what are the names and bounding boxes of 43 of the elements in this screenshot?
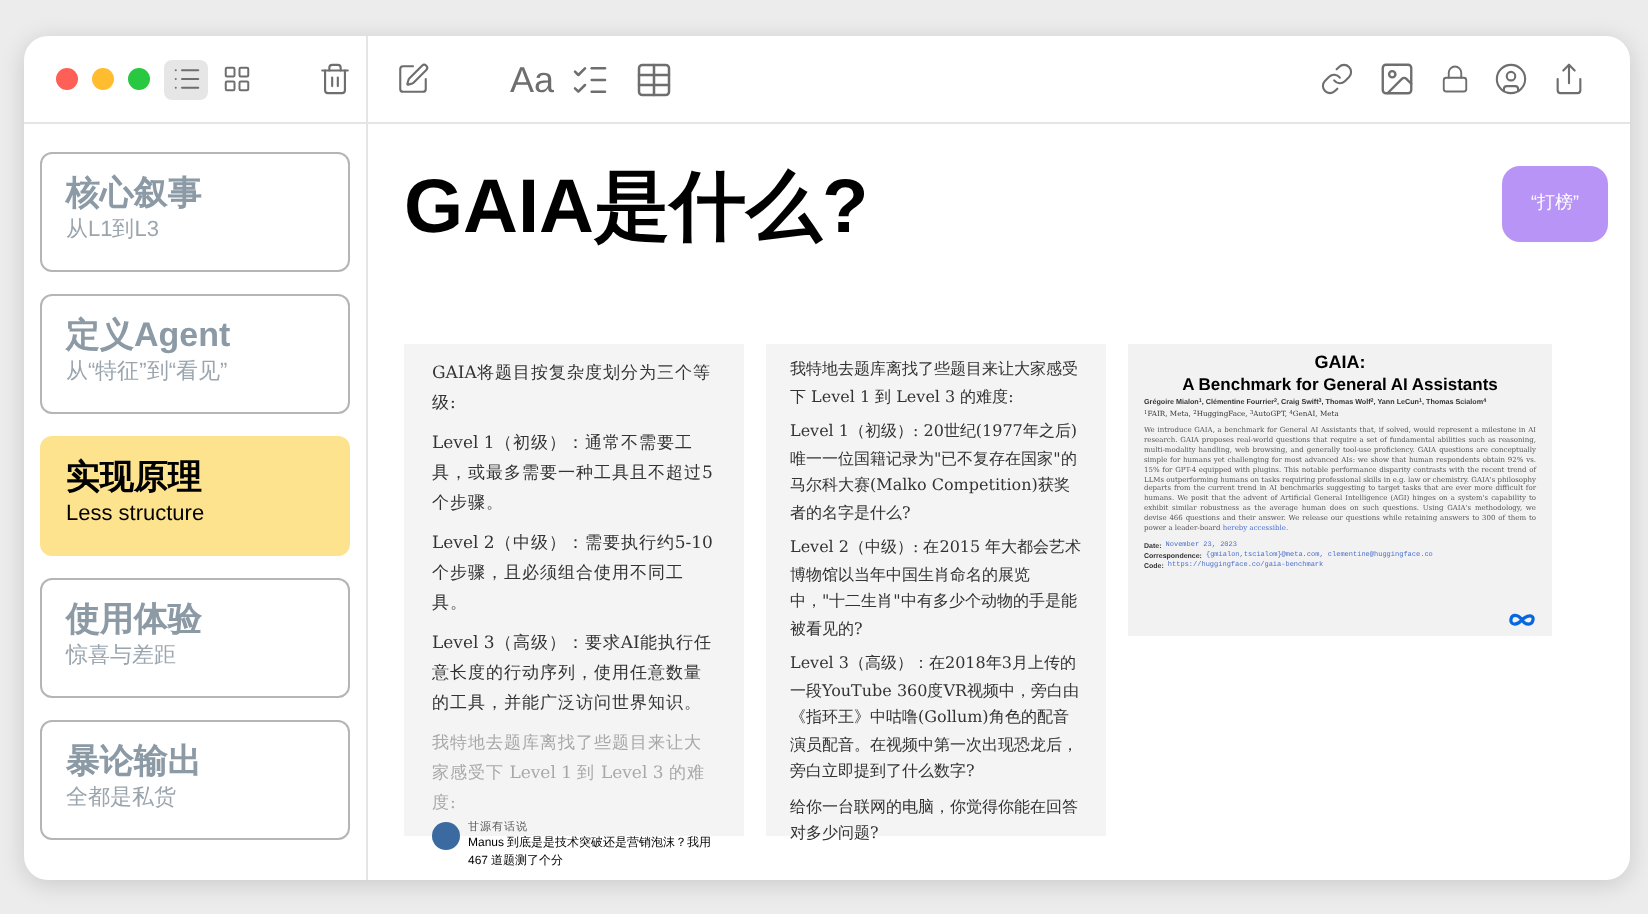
article-paragraph: 我特地去题库离找了些题目来让大家感受下 Level 1 到 Level 3 的难度:: [790, 358, 1080, 409]
share-icon[interactable]: [1552, 62, 1586, 96]
article-paragraph: GAIA将题目按复杂度划分为三个等级:: [432, 361, 713, 418]
trash-icon[interactable]: [318, 62, 352, 96]
sidebar-item[interactable]: 暴论输出 全都是私货: [40, 720, 350, 840]
compose-icon[interactable]: [396, 62, 430, 96]
sidebar-item-subtitle: Less structure: [66, 500, 207, 528]
lock-icon[interactable]: [1440, 64, 1470, 94]
slide-title: GAIA是什么?: [404, 164, 869, 254]
paper-title: GAIA:: [1312, 352, 1368, 374]
article-paragraph: Level 1（初级）：通常不需要工具，或最多需要一种工具且不超过5个步骤。: [432, 432, 715, 518]
sidebar-item-subtitle: 全都是私货: [66, 784, 178, 812]
article-paragraph: 给你一台联网的电脑，你觉得你能在回答对多少问题?: [790, 795, 1080, 846]
article-paragraph: Level 3（高级）：在2018年3月上传的一段YouTube 360度VR视频中，旁白由《指环王》中咕噜(Gollum)角色的配音演员配音。在视频中第一次出现恐龙后，旁白立即提到了什么数字?: [790, 652, 1082, 784]
article-paragraph: Level 2（中级）：需要执行约5-10个步骤，且必须组合使用不同工具。: [432, 532, 715, 618]
sidebar-item-title: 暴论输出: [66, 740, 204, 784]
sidebar-item[interactable]: 核心叙事 从L1到L3: [40, 152, 350, 272]
tag-button[interactable]: “打榜”: [1502, 166, 1608, 242]
sidebar-item[interactable]: 定义Agent 从“特征”到“看见”: [40, 294, 350, 414]
format-button[interactable]: Aa: [510, 61, 555, 97]
person-icon[interactable]: [1494, 62, 1528, 96]
sidebar-item[interactable]: 使用体验 惊喜与差距: [40, 578, 350, 698]
sidebar-item-subtitle: 惊喜与差距: [66, 642, 178, 670]
paper-subtitle: A Benchmark for General AI Assistants: [1180, 374, 1500, 396]
sidebar-item-title: 使用体验: [66, 598, 204, 642]
avatar-icon: [432, 822, 460, 850]
sidebar-item-title: 核心叙事: [66, 172, 204, 216]
article-paragraph: 我特地去题库离找了些题目来让大家感受下 Level 1 到 Level 3 的难度:: [432, 731, 707, 818]
sidebar-item-subtitle: 从L1到L3: [66, 216, 161, 244]
grid-icon: [221, 64, 251, 94]
image-icon[interactable]: [1378, 60, 1416, 98]
sidebar-item-subtitle: 从“特征”到“看见”: [66, 358, 230, 386]
article-paragraph: Level 3（高级）：要求AI能执行任意长度的行动序列，使用任意数量的工具，并能广泛访问世界知识。: [432, 631, 714, 718]
sidebar-item-title: 实现原理: [66, 456, 204, 500]
close-button[interactable]: [56, 68, 78, 90]
article-paragraph: Level 1（初级）: 20世纪(1977年之后)唯一一位国籍记录为"已不复存在国家"的马尔科大赛(Malko Competition)获奖者的名字是什么?: [790, 420, 1080, 525]
sidebar-item-title: 定义Agent: [66, 314, 233, 358]
link-icon[interactable]: [1320, 62, 1354, 96]
infinity-logo-icon: [1508, 612, 1536, 628]
list-view-button[interactable]: [164, 59, 208, 99]
table-icon[interactable]: [634, 59, 675, 99]
sidebar-item[interactable]: 实现原理 Less structure: [40, 436, 350, 556]
article-paragraph: Level 2（中级）: 在2015 年大都会艺术博物馆以当年中国生肖命名的展览中，"十二生肖"中有多少个动物的手是能被看见的?: [790, 536, 1082, 641]
